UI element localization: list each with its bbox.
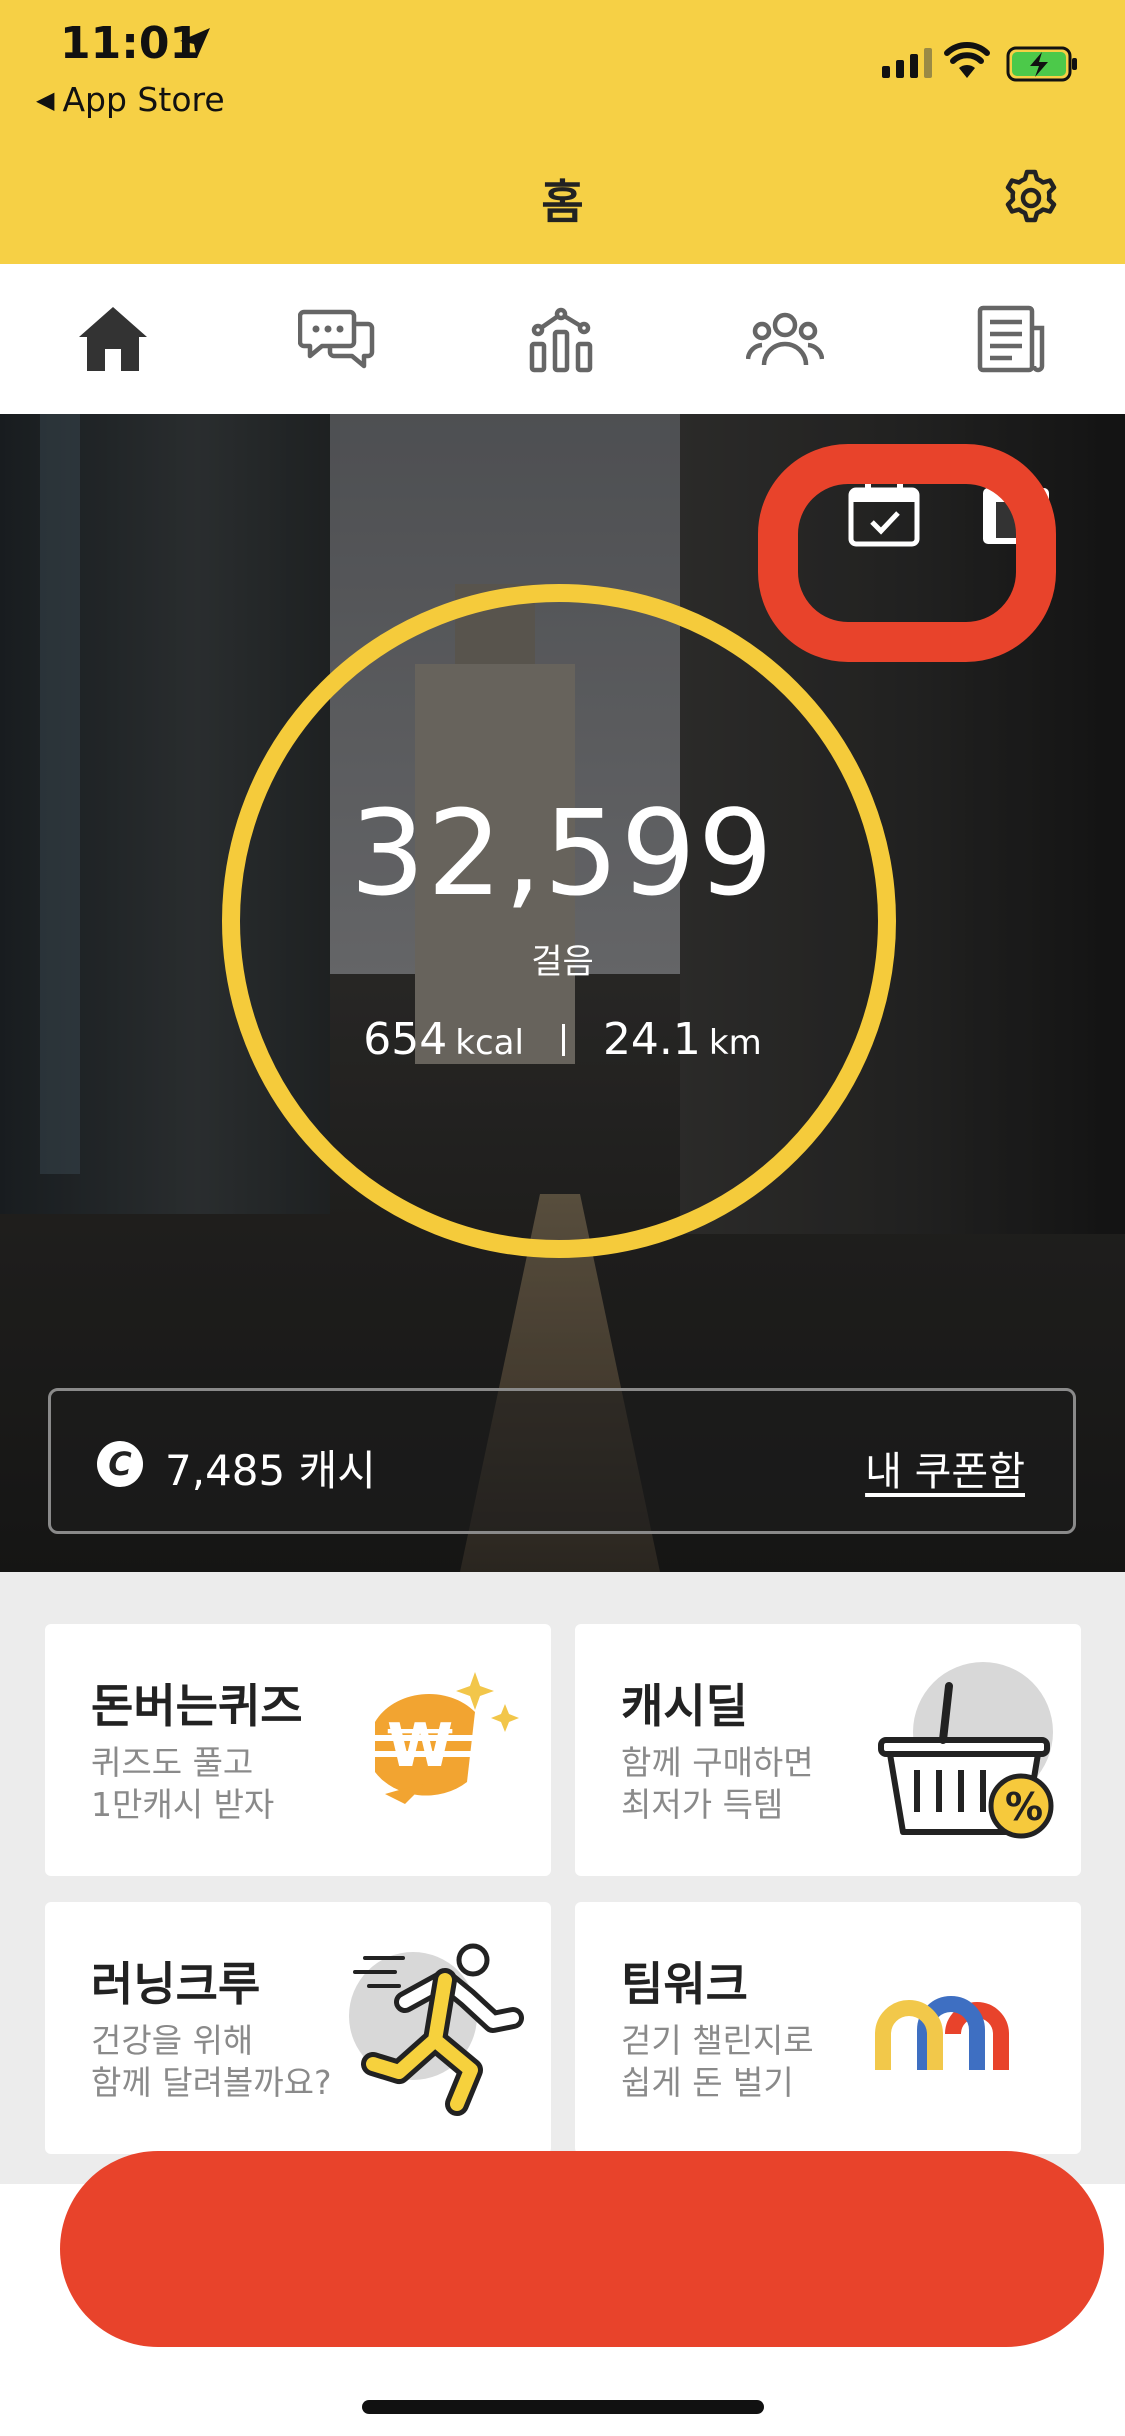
tab-news[interactable] — [966, 294, 1056, 384]
kcal-value: 654 — [363, 1014, 448, 1065]
step-hero-panel: 32,599 걸음 654 kcal 24.1 km C 7,485 캐시 내 쿠폰함 — [0, 414, 1125, 1572]
kcal-unit: kcal — [455, 1023, 524, 1063]
stats-divider — [561, 1024, 565, 1056]
card-title: 캐시딜 — [621, 1679, 748, 1733]
step-label: 걸음 — [531, 942, 594, 982]
cellular-signal-icon — [882, 48, 932, 78]
home-indicator[interactable] — [362, 2400, 764, 2414]
km-unit: km — [708, 1023, 762, 1063]
chat-icon — [298, 309, 375, 369]
friends-icon — [746, 312, 824, 366]
card-subtitle: 함께 구매하면 최저가 득템 — [621, 1743, 814, 1824]
card-title: 팀워크 — [621, 1957, 748, 2011]
card-title: 러닝크루 — [91, 1957, 261, 2011]
location-arrow-icon — [180, 28, 210, 58]
stats-icon — [529, 307, 593, 373]
tab-bar — [0, 264, 1125, 414]
card-subtitle: 퀴즈도 풀고 1만캐시 받자 — [91, 1743, 275, 1824]
km-value: 24.1 — [602, 1014, 701, 1065]
cash-balance-bar[interactable]: C 7,485 캐시 내 쿠폰함 — [48, 1388, 1076, 1534]
activity-stats: 654 kcal 24.1 km — [0, 1014, 1125, 1065]
back-app-label: App Store — [62, 80, 225, 119]
tab-chat[interactable] — [292, 294, 382, 384]
back-to-app-link[interactable]: ◀ App Store — [36, 80, 225, 119]
page-title: 홈 — [541, 175, 584, 229]
step-count: 32,599 — [350, 784, 775, 922]
card-running-crew[interactable]: 러닝크루 건강을 위해 함께 달려볼까요? — [45, 1902, 551, 2154]
svg-text:%: % — [1005, 1785, 1043, 1829]
highlight-circle — [758, 444, 1056, 662]
cash-balance: 7,485 캐시 — [165, 1446, 376, 1495]
card-cash-deal[interactable]: 캐시딜 함께 구매하면 최저가 득템 % — [575, 1624, 1081, 1876]
news-icon — [977, 305, 1045, 373]
svg-text:₩: ₩ — [387, 1711, 453, 1781]
tab-friends[interactable] — [740, 294, 830, 384]
tab-home[interactable] — [68, 294, 158, 384]
card-subtitle: 건강을 위해 함께 달려볼까요? — [91, 2021, 332, 2102]
card-subtitle: 걷기 챌린지로 쉽게 돈 벌기 — [621, 2021, 814, 2102]
home-icon — [79, 307, 147, 371]
redaction-overlay — [60, 2151, 1104, 2347]
back-triangle-icon: ◀ — [36, 86, 55, 114]
card-title: 돈버는퀴즈 — [91, 1679, 303, 1733]
shopping-basket-icon: % — [878, 1662, 1054, 1839]
cash-coin-icon: C — [97, 1441, 143, 1487]
wifi-icon — [944, 42, 990, 78]
gear-icon[interactable] — [1001, 168, 1061, 228]
card-money-quiz[interactable]: 돈버는퀴즈 퀴즈도 풀고 1만캐시 받자 ₩ — [45, 1624, 551, 1876]
runner-icon — [349, 1943, 524, 2116]
battery-charging-icon — [1006, 46, 1077, 82]
won-coin-sparkle-icon: ₩ — [373, 1672, 519, 1804]
top-bar: 11:01 ◀ App Store 홈 — [0, 0, 1125, 264]
card-teamwork[interactable]: 팀워크 걷기 챌린지로 쉽게 돈 벌기 — [575, 1902, 1081, 2154]
coupon-box-link[interactable]: 내 쿠폰함 — [865, 1439, 1025, 1497]
teamwork-arches-icon — [875, 1996, 1009, 2070]
tab-stats[interactable] — [516, 294, 606, 384]
